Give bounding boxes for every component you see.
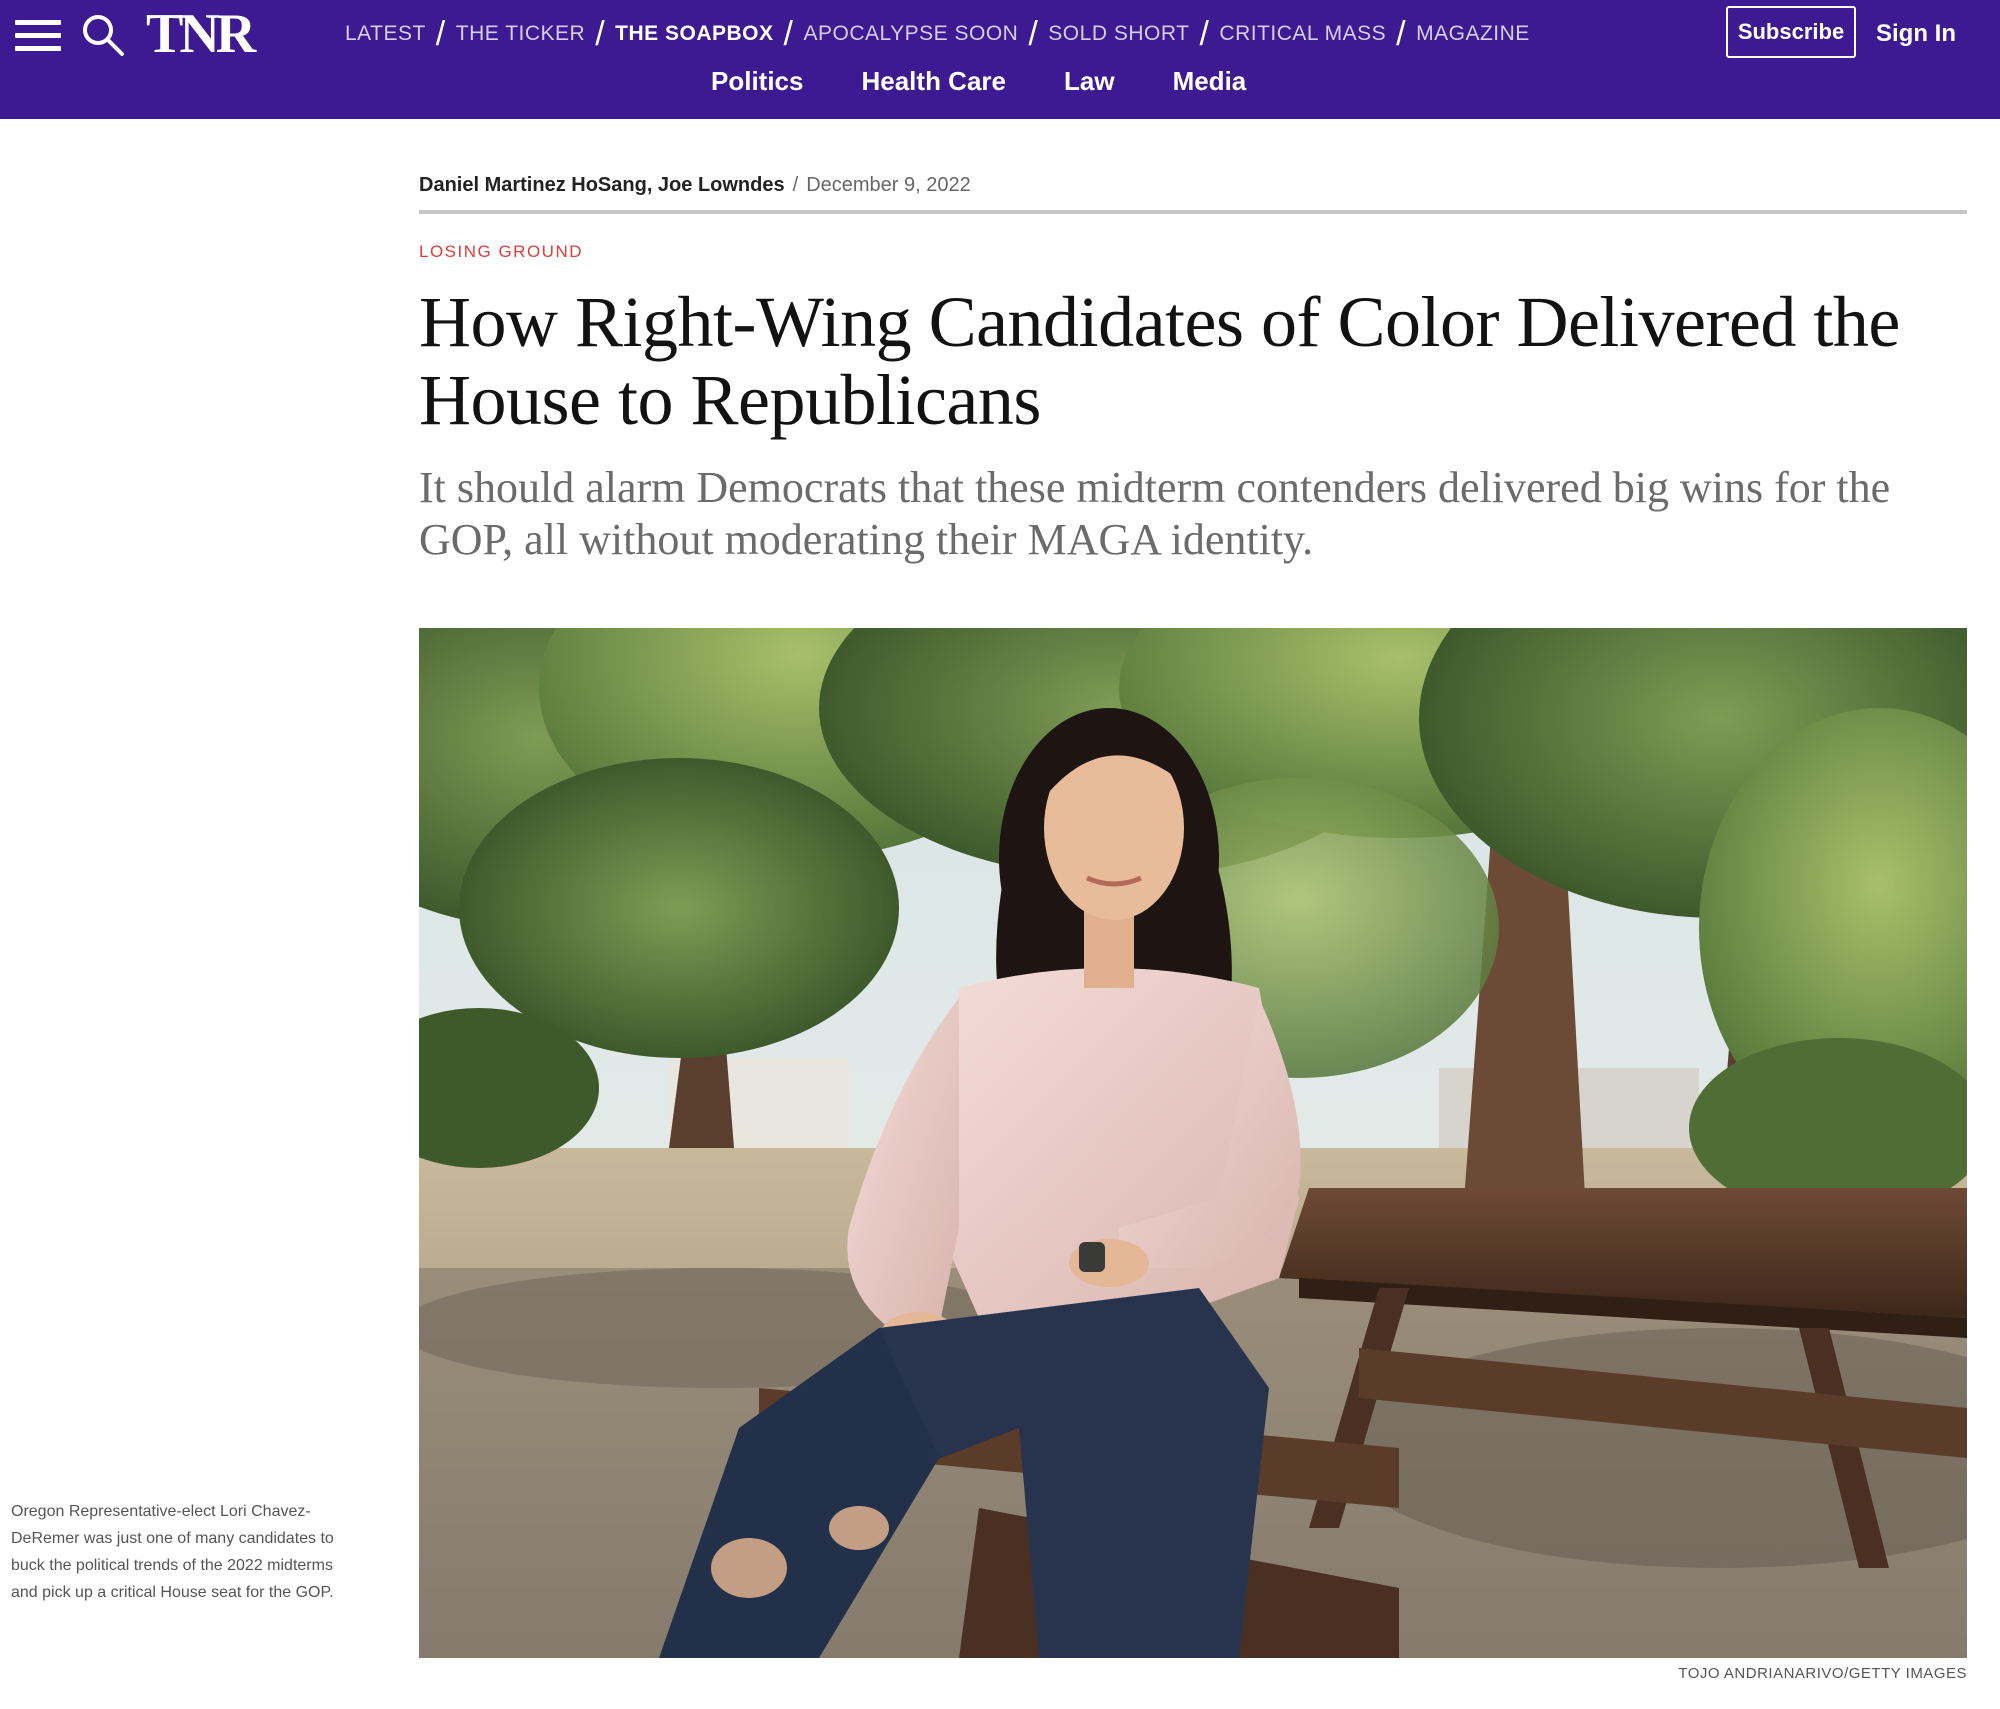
sign-in-link[interactable]: Sign In (1876, 20, 1956, 48)
nav-sold-short[interactable]: SOLD SHORT (1048, 22, 1189, 46)
divider (419, 210, 1967, 214)
nav-latest[interactable]: LATEST (345, 22, 426, 46)
nav-separator: / (435, 15, 446, 53)
photo-credit: TOJO ANDRIANARIVO/GETTY IMAGES (1678, 1665, 1967, 1682)
hero-photo (419, 628, 1967, 1658)
article-headline: How Right-Wing Candidates of Color Deliv… (419, 282, 1900, 440)
nav-magazine[interactable]: MAGAZINE (1416, 22, 1530, 46)
nav-the-ticker[interactable]: THE TICKER (456, 22, 585, 46)
site-header: TNR LATEST / THE TICKER / THE SOAPBOX / … (0, 0, 2000, 119)
byline-authors[interactable]: Daniel Martinez HoSang, Joe Lowndes (419, 174, 785, 196)
article-kicker[interactable]: LOSING GROUND (419, 242, 583, 262)
nav-the-soapbox[interactable]: THE SOAPBOX (615, 22, 773, 46)
nav-critical-mass[interactable]: CRITICAL MASS (1219, 22, 1386, 46)
search-icon[interactable] (80, 12, 126, 58)
subscribe-button[interactable]: Subscribe (1726, 6, 1856, 58)
section-nav: LATEST / THE TICKER / THE SOAPBOX / APOC… (345, 14, 1530, 54)
publish-date: December 9, 2022 (806, 174, 971, 196)
nav-separator: / (595, 15, 606, 53)
nav-separator: / (1199, 15, 1210, 53)
site-logo[interactable]: TNR (146, 4, 256, 64)
hero-photo-illustration (419, 628, 1967, 1658)
topic-law[interactable]: Law (1064, 66, 1115, 97)
byline-separator: / (792, 174, 799, 196)
topic-politics[interactable]: Politics (711, 66, 803, 97)
topic-media[interactable]: Media (1173, 66, 1247, 97)
nav-separator: / (783, 15, 794, 53)
nav-separator: / (1028, 15, 1039, 53)
hamburger-menu-icon[interactable] (15, 20, 61, 52)
byline: Daniel Martinez HoSang, Joe Lowndes / Dece… (419, 174, 971, 197)
photo-caption: Oregon Representative-elect Lori Chavez-… (11, 1503, 334, 1601)
topic-health-care[interactable]: Health Care (861, 66, 1006, 97)
topic-nav: Politics Health Care Law Media (711, 66, 1246, 97)
article-dek: It should alarm Democrats that these mid… (419, 463, 1891, 564)
nav-apocalypse-soon[interactable]: APOCALYPSE SOON (803, 22, 1018, 46)
nav-separator: / (1396, 15, 1407, 53)
